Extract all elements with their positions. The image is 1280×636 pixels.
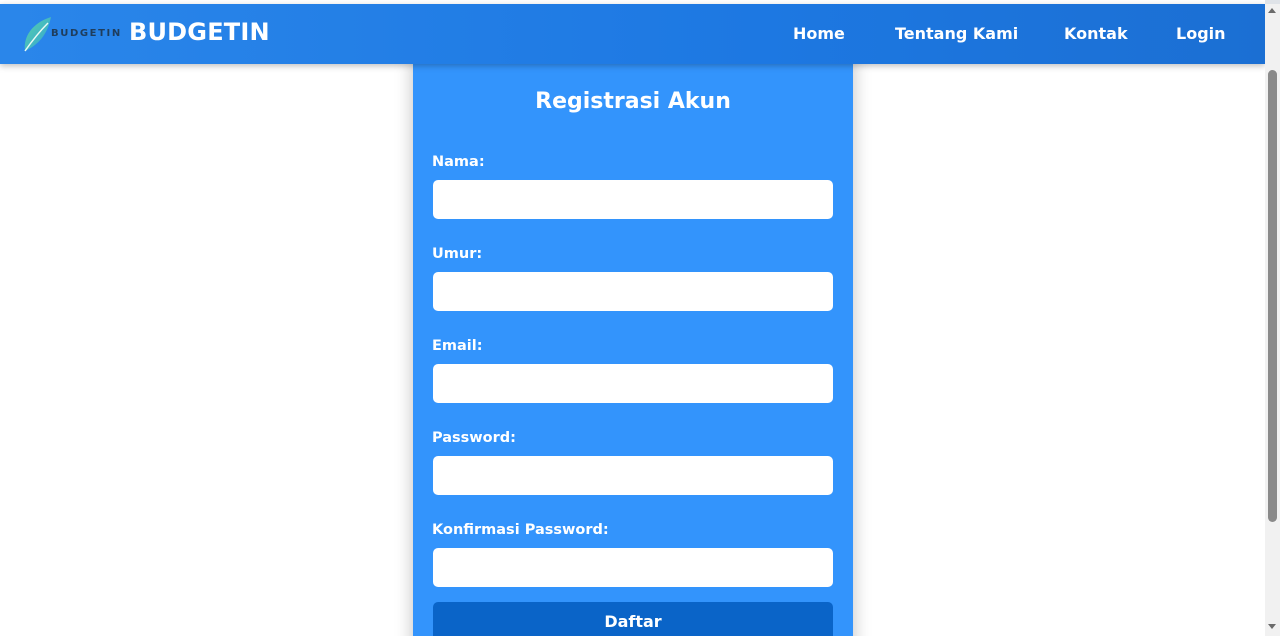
age-input[interactable] — [433, 272, 833, 311]
email-label: Email: — [432, 338, 483, 354]
logo[interactable]: BUDGETIN — [22, 15, 120, 55]
brand-title[interactable]: BUDGETIN — [129, 18, 270, 46]
registration-card: Registrasi Akun Nama: Umur: Email: Passw… — [413, 46, 853, 636]
navbar: BUDGETIN BUDGETIN Home Tentang Kami Kont… — [0, 4, 1265, 64]
name-input[interactable] — [433, 180, 833, 219]
vertical-scrollbar[interactable] — [1265, 4, 1280, 636]
password-label: Password: — [432, 430, 516, 446]
scroll-down-arrow-icon[interactable] — [1268, 624, 1276, 629]
form-title: Registrasi Akun — [535, 89, 731, 114]
confirm-password-label: Konfirmasi Password: — [432, 522, 609, 538]
password-input[interactable] — [433, 456, 833, 495]
nav-contact-link[interactable]: Kontak — [1064, 24, 1128, 43]
page-viewport: BUDGETIN BUDGETIN Home Tentang Kami Kont… — [0, 0, 1265, 636]
email-input[interactable] — [433, 364, 833, 403]
nav-about-link[interactable]: Tentang Kami — [895, 24, 1018, 43]
nav-home-link[interactable]: Home — [793, 24, 845, 43]
leaf-logo-icon — [24, 17, 51, 52]
confirm-password-input[interactable] — [433, 548, 833, 587]
nav-login-link[interactable]: Login — [1176, 24, 1226, 43]
age-label: Umur: — [432, 246, 483, 262]
register-button[interactable]: Daftar — [433, 602, 833, 636]
logo-text: BUDGETIN — [51, 28, 122, 39]
scroll-up-arrow-icon[interactable] — [1268, 8, 1276, 13]
name-label: Nama: — [432, 154, 485, 170]
scrollbar-thumb[interactable] — [1268, 70, 1277, 522]
